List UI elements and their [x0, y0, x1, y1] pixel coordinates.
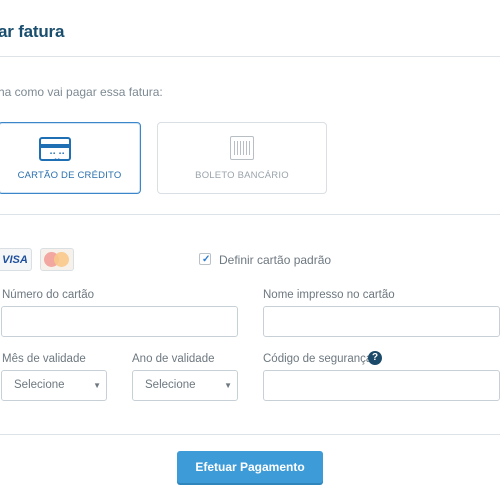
year-select[interactable]: Selecione ▼	[132, 370, 238, 401]
card-number-label: Número do cartão	[2, 289, 95, 301]
card-name-label: Nome impresso no cartão	[263, 289, 395, 301]
default-card-checkbox[interactable]: ✓	[199, 253, 211, 265]
cvv-input[interactable]	[263, 370, 500, 401]
mastercard-logo	[40, 248, 74, 271]
cvv-label: Código de segurança	[263, 353, 373, 365]
check-icon: ✓	[202, 254, 211, 265]
month-select[interactable]: Selecione ▼	[1, 370, 107, 401]
credit-card-option[interactable]: ▪▪ ▪▪ ▪▪ CARTÃO DE CRÉDITO	[0, 122, 141, 194]
chevron-down-icon: ▼	[93, 381, 101, 390]
boleto-label: BOLETO BANCÁRIO	[195, 170, 289, 181]
boleto-option[interactable]: BOLETO BANCÁRIO	[157, 122, 327, 194]
card-name-input[interactable]	[263, 306, 500, 337]
year-label: Ano de validade	[132, 353, 215, 365]
page-title: ar fatura	[0, 22, 65, 41]
help-icon[interactable]: ?	[368, 351, 382, 365]
divider	[0, 214, 500, 215]
submit-payment-button[interactable]: Efetuar Pagamento	[177, 451, 323, 483]
year-value: Selecione	[145, 379, 196, 391]
divider	[0, 56, 500, 57]
default-card-label: Definir cartão padrão	[219, 253, 332, 267]
card-number-input[interactable]	[1, 306, 238, 337]
credit-card-label: CARTÃO DE CRÉDITO	[17, 170, 122, 181]
barcode-icon	[230, 136, 254, 160]
month-value: Selecione	[14, 379, 65, 391]
chevron-down-icon: ▼	[224, 381, 232, 390]
divider	[0, 434, 500, 435]
visa-logo: VISA	[0, 248, 32, 271]
month-label: Mês de validade	[2, 353, 86, 365]
credit-card-icon: ▪▪ ▪▪ ▪▪	[39, 137, 71, 163]
payment-prompt: ha como vai pagar essa fatura:	[0, 85, 163, 99]
